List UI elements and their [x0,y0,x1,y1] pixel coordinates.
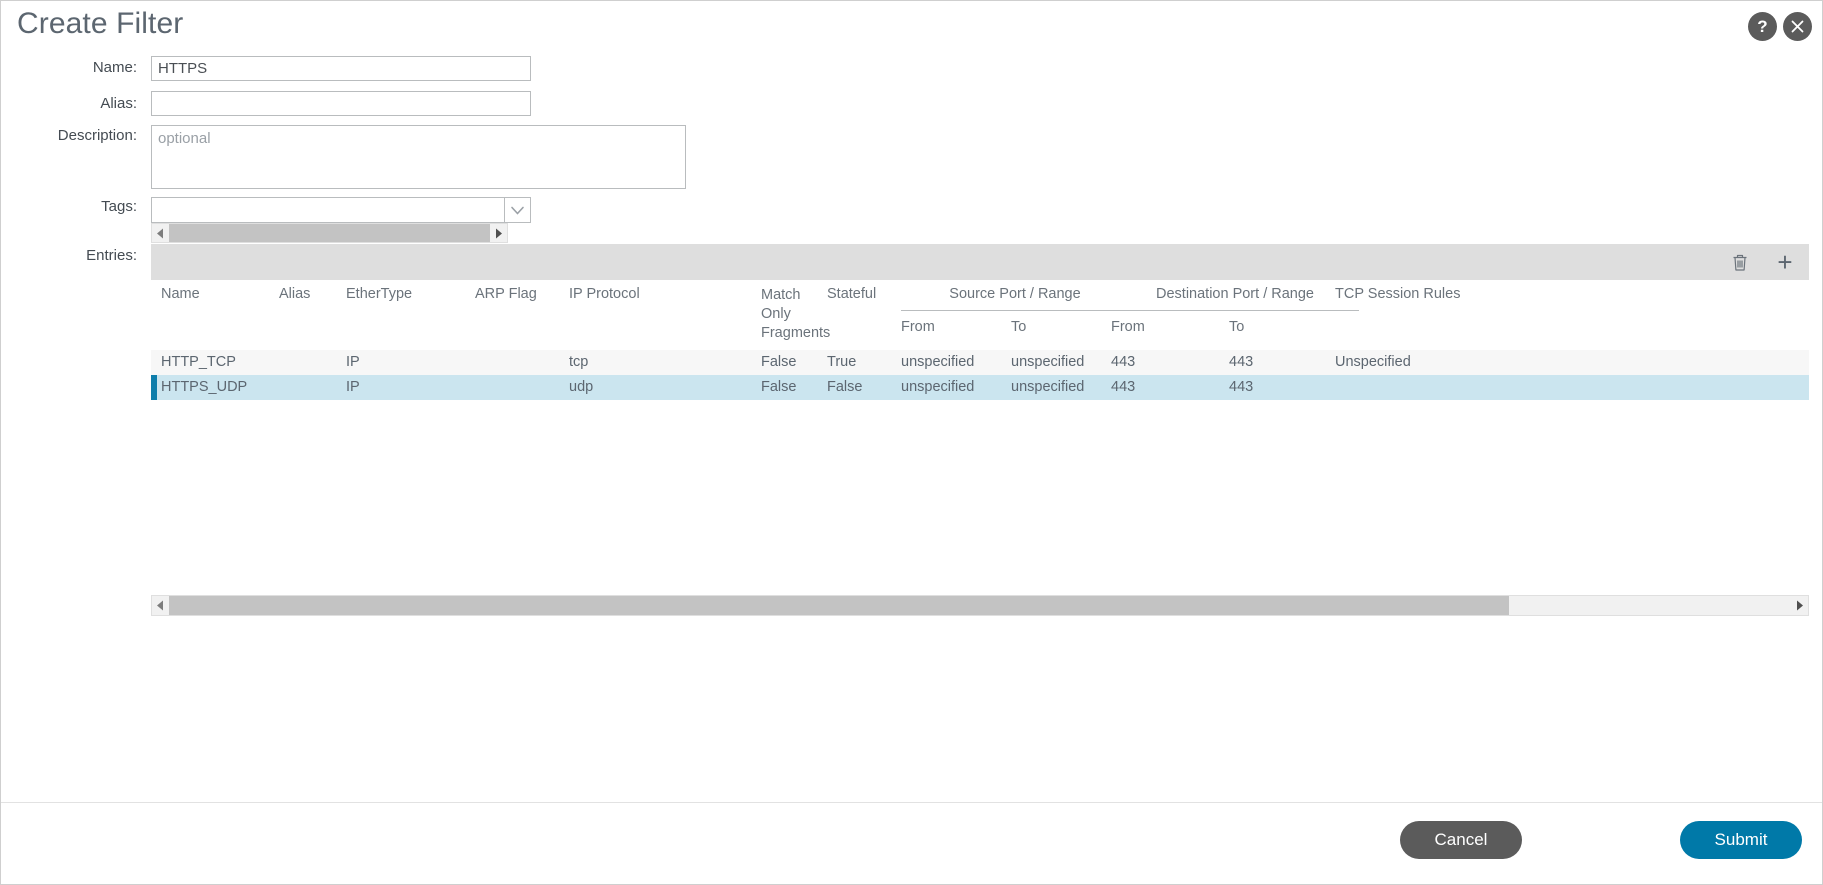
dialog-titlebar: Create Filter ? [1,1,1822,53]
column-group-source-port-range: Source Port / Range [949,286,1081,302]
cell-destination-from: 443 [1111,379,1136,395]
column-header-stateful[interactable]: Stateful [827,286,876,302]
scroll-right-arrow-icon[interactable] [490,224,507,242]
scroll-right-arrow-icon[interactable] [1791,596,1808,615]
cell-stateful: False [827,379,863,395]
tags-label: Tags: [101,198,137,215]
tags-select-value[interactable] [151,197,504,223]
entries-toolbar: + [151,244,1809,280]
entries-table: Name Alias EtherType ARP Flag IP Protoco… [151,280,1809,400]
entries-horizontal-scrollbar[interactable] [151,595,1809,616]
column-header-name[interactable]: Name [161,286,200,302]
column-header-destination-from[interactable]: From [1111,319,1145,335]
submit-button[interactable]: Submit [1680,821,1802,859]
plus-glyph: + [1777,247,1793,277]
cell-name: HTTPS_UDP [161,379,248,395]
dialog-footer: Cancel Submit [1,802,1822,884]
cell-match-only-fragments: False [761,379,797,395]
cancel-button[interactable]: Cancel [1400,821,1522,859]
description-label: Description: [57,127,137,144]
scroll-track[interactable] [169,596,1791,615]
table-row[interactable]: HTTPS_UDP IP udp False False unspecified… [151,375,1809,400]
cell-source-to: unspecified [1011,354,1085,370]
tags-select[interactable] [151,197,531,223]
help-glyph: ? [1757,17,1768,36]
cell-destination-to: 443 [1229,379,1254,395]
scroll-left-arrow-icon[interactable] [152,596,169,615]
help-icon[interactable]: ? [1748,12,1777,41]
cell-destination-from: 443 [1111,354,1136,370]
name-label: Name: [92,59,137,76]
cell-match-only-fragments: False [761,354,797,370]
description-textarea[interactable] [151,125,686,189]
trash-icon[interactable] [1728,250,1752,274]
column-group-destination-port-range: Destination Port / Range [1156,286,1314,302]
close-icon[interactable] [1783,12,1812,41]
create-filter-dialog: Create Filter ? Name: Alias: Description… [0,0,1823,885]
alias-input[interactable] [151,91,531,116]
cell-stateful: True [827,354,857,370]
cell-source-from: unspecified [901,379,975,395]
column-header-alias[interactable]: Alias [279,286,310,302]
entries-label: Entries: [86,247,137,264]
cell-source-to: unspecified [1011,379,1085,395]
column-header-tcp-session-rules[interactable]: TCP Session Rules [1335,286,1460,302]
tags-horizontal-scrollbar[interactable] [151,223,508,243]
cell-source-from: unspecified [901,354,975,370]
cell-tcp-session-rules: Unspecified [1335,354,1411,370]
table-row[interactable]: HTTP_TCP IP tcp False True unspecified u… [151,350,1809,375]
column-header-destination-to[interactable]: To [1229,319,1244,335]
column-header-arp-flag[interactable]: ARP Flag [475,286,537,302]
page-title: Create Filter [17,7,184,40]
column-header-source-to[interactable]: To [1011,319,1026,335]
cell-destination-to: 443 [1229,354,1254,370]
alias-label: Alias: [100,95,137,112]
chevron-down-icon[interactable] [504,197,531,223]
plus-icon[interactable]: + [1773,247,1797,277]
scroll-thumb[interactable] [169,596,1509,615]
cell-ethertype: IP [346,354,360,370]
column-header-source-from[interactable]: From [901,319,935,335]
column-header-match-only-fragments[interactable]: Match Only Fragments [761,286,830,343]
cell-ip-protocol: udp [569,379,594,395]
source-group-divider [901,310,1129,311]
cell-ethertype: IP [346,379,360,395]
scroll-track[interactable] [169,224,490,242]
destination-group-divider [1111,310,1359,311]
scroll-left-arrow-icon[interactable] [152,224,169,242]
table-header-row: Name Alias EtherType ARP Flag IP Protoco… [151,280,1809,350]
column-header-ip-protocol[interactable]: IP Protocol [569,286,640,302]
column-header-ethertype[interactable]: EtherType [346,286,412,302]
cell-name: HTTP_TCP [161,354,236,370]
scroll-thumb[interactable] [169,224,490,242]
name-input[interactable] [151,56,531,81]
cell-ip-protocol: tcp [569,354,589,370]
